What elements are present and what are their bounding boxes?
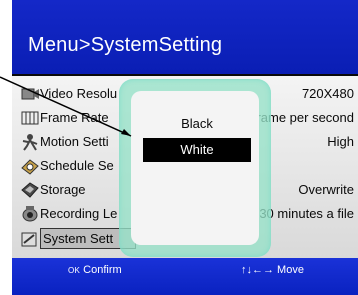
motion-icon [22, 134, 38, 151]
storage-icon [21, 182, 39, 198]
menu-item-value: High [327, 134, 354, 149]
option-black[interactable]: Black [143, 112, 251, 136]
menu-item-value: rame per second [256, 110, 354, 125]
settings-icon [21, 232, 37, 247]
ok-key-label: OK [68, 266, 81, 275]
frame-rate-icon [21, 111, 39, 125]
page-title: Menu>SystemSetting [28, 34, 223, 56]
color-popup: Black White [119, 79, 271, 257]
popup-panel: Black White [131, 91, 259, 245]
footer-bar: OK Confirm ↑↓←→ Move [12, 258, 358, 295]
confirm-label: Confirm [83, 264, 122, 276]
menu-item-value: 30 minutes a file [259, 206, 354, 221]
title-bar: Menu>SystemSetting [12, 0, 358, 74]
schedule-icon [21, 159, 39, 175]
move-hint: ↑↓←→ Move [241, 264, 304, 276]
option-white[interactable]: White [143, 138, 251, 162]
video-icon [21, 88, 39, 100]
device-screen: Menu>SystemSetting Video Resolu 720X480 … [12, 0, 358, 295]
recording-icon [22, 206, 38, 222]
confirm-hint: OK Confirm [68, 264, 122, 276]
menu-item-value: Overwrite [298, 182, 354, 197]
menu-item-value: 720X480 [301, 86, 354, 101]
